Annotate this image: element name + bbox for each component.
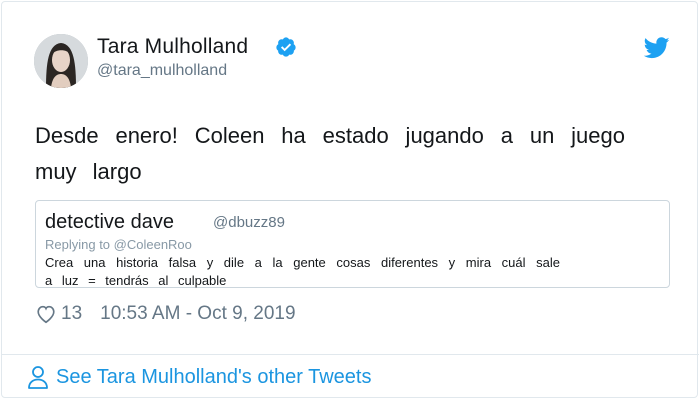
replying-to-label: Replying to @ColeenRoo: [45, 237, 192, 252]
verified-badge-icon: [276, 37, 296, 57]
timestamp[interactable]: 10:53 AM - Oct 9, 2019: [100, 303, 295, 325]
divider: [2, 354, 699, 355]
author-handle[interactable]: @tara_mulholland: [97, 61, 227, 81]
quoted-tweet-text: Crea una historia falsa y dile a la gent…: [45, 255, 560, 288]
quoted-author-name: detective dave: [45, 211, 174, 233]
quoted-tweet[interactable]: detective dave @dbuzz89 Replying to @Col…: [35, 200, 670, 288]
like-count[interactable]: 13: [61, 303, 82, 325]
author-name[interactable]: Tara Mulholland: [97, 34, 248, 60]
person-icon: [28, 366, 48, 389]
see-other-tweets-label: See Tara Mulholland's other Tweets: [56, 365, 372, 388]
heart-icon[interactable]: [35, 303, 57, 325]
tweet-meta: 13 10:53 AM - Oct 9, 2019: [35, 302, 296, 326]
embedded-tweet-card: Tara Mulholland @tara_mulholland Desde e…: [1, 1, 699, 398]
tweet-text: Desde enero! Coleen ha estado jugando a …: [35, 123, 625, 184]
avatar[interactable]: [34, 34, 88, 88]
quoted-author-handle: @dbuzz89: [213, 214, 285, 231]
see-other-tweets-link[interactable]: See Tara Mulholland's other Tweets: [27, 364, 372, 390]
twitter-bird-icon[interactable]: [644, 37, 670, 59]
avatar-image: [34, 34, 88, 88]
